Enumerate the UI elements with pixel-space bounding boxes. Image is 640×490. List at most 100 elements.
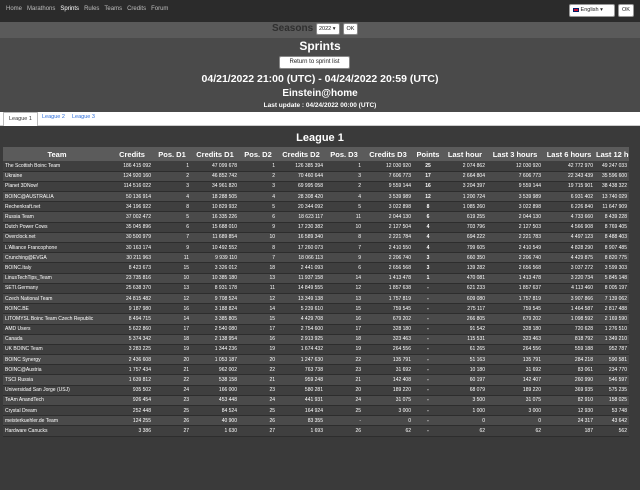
table-cell: 15: [325, 303, 363, 315]
tab-league-2[interactable]: League 2: [42, 114, 65, 120]
team-name-cell[interactable]: BOINC@Austria: [3, 364, 111, 376]
table-cell: 2: [325, 181, 363, 193]
table-cell: 2 221 783: [487, 232, 543, 244]
table-cell: 470 081: [443, 273, 487, 284]
team-name-cell[interactable]: UK BOINC Team: [3, 344, 111, 356]
team-name-cell[interactable]: Rechenkraft.net: [3, 201, 111, 213]
table-cell: 8 439 228: [595, 211, 629, 223]
team-name-cell[interactable]: Crystal Dream: [3, 405, 111, 417]
table-cell: 17: [325, 324, 363, 335]
column-header[interactable]: Team: [3, 147, 111, 161]
table-cell: 1 630: [191, 425, 239, 437]
tab-league-3[interactable]: League 3: [72, 114, 95, 120]
team-name-cell[interactable]: meisterkuehler.de Team: [3, 415, 111, 427]
team-name-cell[interactable]: Universidad San Jorge (USJ): [3, 385, 111, 396]
team-name-cell[interactable]: BOINC Synergy: [3, 354, 111, 366]
column-header[interactable]: Pos. D2: [239, 147, 277, 161]
table-cell: 9 939 110: [191, 252, 239, 264]
nav-home[interactable]: Home: [6, 6, 22, 12]
table-cell: 323 463: [487, 334, 543, 345]
nav-marathons[interactable]: Marathons: [27, 6, 55, 12]
table-cell: 25: [325, 405, 363, 417]
nav-rules[interactable]: Rules: [84, 6, 99, 12]
column-header[interactable]: Credits D1: [191, 147, 239, 161]
table-cell: 252 448: [111, 405, 153, 417]
table-cell: 2 206 740: [487, 252, 543, 264]
team-name-cell[interactable]: Hardware Canucks: [3, 425, 111, 437]
column-header[interactable]: Last hour: [443, 147, 487, 161]
table-cell: 1 349 210: [595, 334, 629, 345]
team-name-cell[interactable]: LITOMYSL Boinc Team Czech Republic: [3, 313, 111, 325]
table-cell: 1 674 432: [277, 344, 325, 356]
team-name-cell[interactable]: Canada: [3, 334, 111, 345]
nav-sprints[interactable]: Sprints: [60, 6, 79, 12]
column-header[interactable]: Pos. D1: [153, 147, 191, 161]
table-cell: 17 260 073: [277, 242, 325, 254]
table-cell: 2 540 080: [191, 324, 239, 335]
team-name-cell[interactable]: L'Alliance Francophone: [3, 242, 111, 254]
table-cell: 1 464 587: [543, 303, 595, 315]
table-cell: 12 930: [543, 405, 595, 417]
column-header[interactable]: Points: [413, 147, 443, 161]
column-header[interactable]: Last 3 hours: [487, 147, 543, 161]
table-cell: -: [413, 354, 443, 366]
sprint-header: Sprints Return to sprint list 04/21/2022…: [0, 38, 640, 116]
team-name-cell[interactable]: SETI.Germany: [3, 283, 111, 294]
table-row: Czech National Team 24 815 482 12 9 708 524…: [3, 293, 629, 305]
column-header[interactable]: Credits: [111, 147, 153, 161]
table-cell: 3 283 225: [111, 344, 153, 356]
return-to-list-button[interactable]: Return to sprint list: [279, 56, 350, 69]
nav-forum[interactable]: Forum: [151, 6, 168, 12]
table-cell: 30 211 963: [111, 252, 153, 264]
table-cell: 91 542: [443, 324, 487, 335]
team-name-cell[interactable]: Crunching@EVGA: [3, 252, 111, 264]
team-name-cell[interactable]: Overclock.net: [3, 232, 111, 244]
table-row: BOINC.Italy 8 423 673 15 3 326 012 18 2 441 0…: [3, 262, 629, 274]
team-name-cell[interactable]: TSCI Russia: [3, 374, 111, 386]
team-name-cell[interactable]: The Scottish Boinc Team: [3, 161, 111, 172]
column-header[interactable]: Pos. D3: [325, 147, 363, 161]
tab-league-1[interactable]: League 1: [3, 112, 38, 126]
team-name-cell[interactable]: Dutch Power Cows: [3, 222, 111, 233]
table-row: AMD Users 5 622 860 17 2 540 080 17 2 754 600…: [3, 324, 629, 335]
table-cell: 18 288 505: [191, 191, 239, 203]
table-cell: 559 188: [543, 344, 595, 356]
team-name-cell[interactable]: Ukraine: [3, 171, 111, 182]
table-cell: 9: [153, 242, 191, 254]
language-select[interactable]: English ▾: [569, 4, 615, 17]
table-cell: 1 857 637: [487, 283, 543, 294]
team-name-cell[interactable]: TeAm AnandTech: [3, 395, 111, 407]
table-cell: 13 740 029: [595, 191, 629, 203]
table-cell: -: [413, 293, 443, 305]
column-header[interactable]: Credits D3: [363, 147, 413, 161]
team-name-cell[interactable]: LinusTechTips_Team: [3, 273, 111, 284]
table-header-row: Team Credits Pos. D1 Credits D1 Pos. D2 Credi…: [3, 147, 629, 161]
column-header[interactable]: Last 12 hours: [595, 147, 629, 161]
table-cell: 23: [325, 364, 363, 376]
column-header[interactable]: Last 6 hours: [543, 147, 595, 161]
team-name-cell[interactable]: AMD Users: [3, 324, 111, 335]
nav-credits[interactable]: Credits: [127, 6, 146, 12]
season-select[interactable]: 2022 ▾: [316, 23, 340, 35]
table-cell: 16 335 226: [191, 211, 239, 223]
table-cell: 1 276 510: [595, 324, 629, 335]
team-name-cell[interactable]: BOINC.BE: [3, 303, 111, 315]
table-cell: -: [413, 405, 443, 417]
table-cell: 11 689 854: [191, 232, 239, 244]
season-ok-button[interactable]: OK: [343, 23, 358, 35]
team-name-cell[interactable]: BOINC.Italy: [3, 262, 111, 274]
table-cell: 703 796: [443, 222, 487, 233]
table-cell: 187: [543, 425, 595, 437]
table-cell: 12: [413, 191, 443, 203]
table-cell: 3: [153, 181, 191, 193]
nav-teams[interactable]: Teams: [104, 6, 122, 12]
language-ok-button[interactable]: OK: [618, 4, 634, 17]
team-name-cell[interactable]: Planet 3DNow!: [3, 181, 111, 193]
team-name-cell[interactable]: Czech National Team: [3, 293, 111, 305]
season-value: 2022: [319, 26, 332, 32]
table-cell: 11 647 909: [595, 201, 629, 213]
team-name-cell[interactable]: Russia Team: [3, 211, 111, 223]
team-name-cell[interactable]: BOINC@AUSTRALIA: [3, 191, 111, 203]
table-cell: 2 138 954: [191, 334, 239, 345]
column-header[interactable]: Credits D2: [277, 147, 325, 161]
